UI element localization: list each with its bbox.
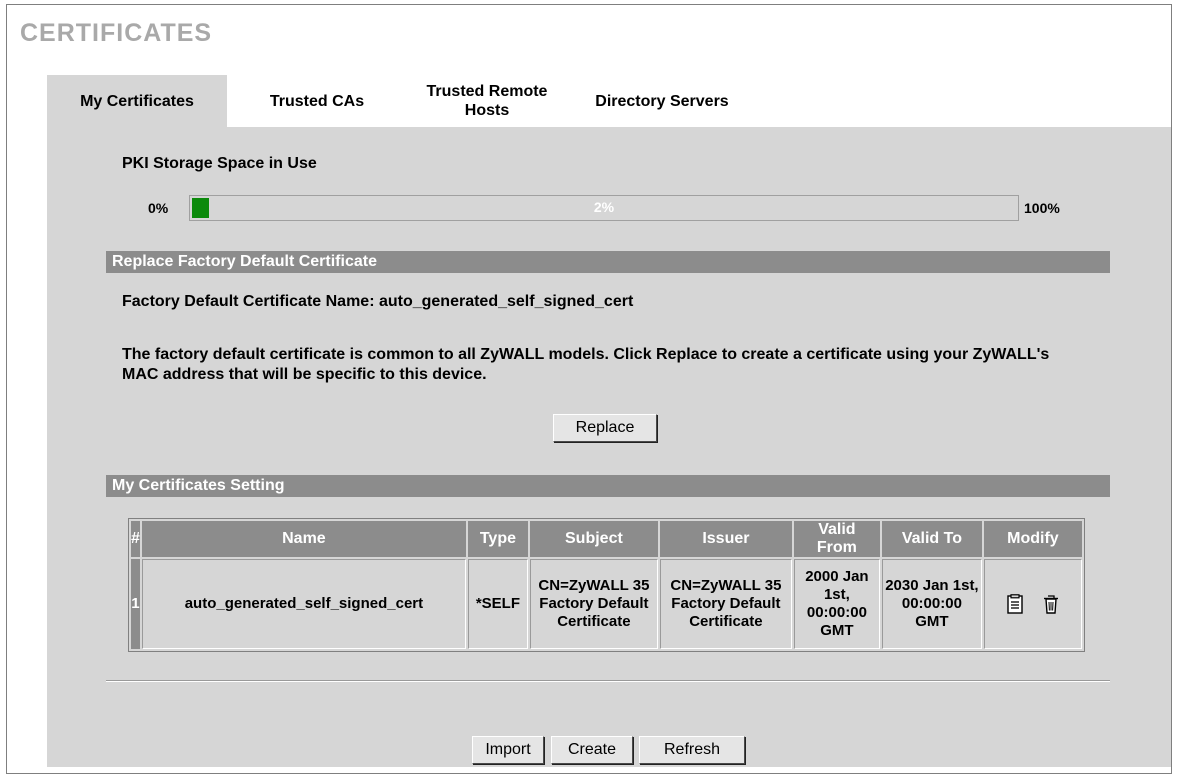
cert-modify-cell <box>983 559 1082 649</box>
page-title: CERTIFICATES <box>20 19 213 47</box>
col-valid-to-header: Valid To <box>881 521 982 557</box>
cert-subject-cell: CN=ZyWALL 35 Factory Default Certificate <box>529 559 658 649</box>
col-subject-header: Subject <box>529 521 658 557</box>
row-index: 1 <box>131 559 140 649</box>
tab-my-certificates[interactable]: My Certificates <box>47 75 227 127</box>
col-valid-from-header: Valid From <box>793 521 880 557</box>
tab-bar: My Certificates Trusted CAs Trusted Remo… <box>47 75 757 127</box>
pki-usage-text: 2% <box>593 199 615 215</box>
replace-button[interactable]: Replace <box>553 414 657 442</box>
tab-trusted-cas[interactable]: Trusted CAs <box>227 75 407 127</box>
create-button[interactable]: Create <box>551 736 633 764</box>
cert-type-cell: *SELF <box>467 559 528 649</box>
certificates-table: # Name Type Subject Issuer Valid From Va… <box>128 518 1085 652</box>
refresh-button[interactable]: Refresh <box>639 736 745 764</box>
pki-storage-title: PKI Storage Space in Use <box>122 155 317 172</box>
tab-panel: PKI Storage Space in Use 0% 2% 100% Repl… <box>47 127 1171 767</box>
modify-icons <box>986 594 1080 614</box>
import-button[interactable]: Import <box>472 736 544 764</box>
table-header-row: # Name Type Subject Issuer Valid From Va… <box>131 521 1082 557</box>
col-modify-header: Modify <box>983 521 1082 557</box>
cert-valid-to-cell: 2030 Jan 1st, 00:00:00 GMT <box>881 559 982 649</box>
pki-usage-bar: 2% <box>189 195 1019 221</box>
footer-divider <box>106 680 1110 682</box>
certificates-frame: CERTIFICATES My Certificates Trusted CAs… <box>6 4 1172 774</box>
col-name-header: Name <box>141 521 466 557</box>
cert-name-cell: auto_generated_self_signed_cert <box>141 559 466 649</box>
tab-directory-servers[interactable]: Directory Servers <box>567 75 757 127</box>
replace-description: The factory default certificate is commo… <box>122 346 1050 383</box>
pki-max-label: 100% <box>1024 200 1060 216</box>
cert-valid-from-cell: 2000 Jan 1st, 00:00:00 GMT <box>793 559 880 649</box>
col-index-header: # <box>131 521 140 557</box>
table-row: 1 auto_generated_self_signed_cert *SELF … <box>131 559 1082 649</box>
settings-section-header: My Certificates Setting <box>106 475 1110 497</box>
col-issuer-header: Issuer <box>659 521 792 557</box>
replace-section-header: Replace Factory Default Certificate <box>106 251 1110 273</box>
col-type-header: Type <box>467 521 528 557</box>
trash-icon[interactable] <box>1042 594 1060 614</box>
cert-issuer-cell: CN=ZyWALL 35 Factory Default Certificate <box>659 559 792 649</box>
pki-min-label: 0% <box>148 200 169 216</box>
factory-default-name: Factory Default Certificate Name: auto_g… <box>122 293 634 310</box>
tab-trusted-remote-hosts[interactable]: Trusted Remote Hosts <box>407 75 567 127</box>
edit-details-icon[interactable] <box>1006 594 1024 614</box>
